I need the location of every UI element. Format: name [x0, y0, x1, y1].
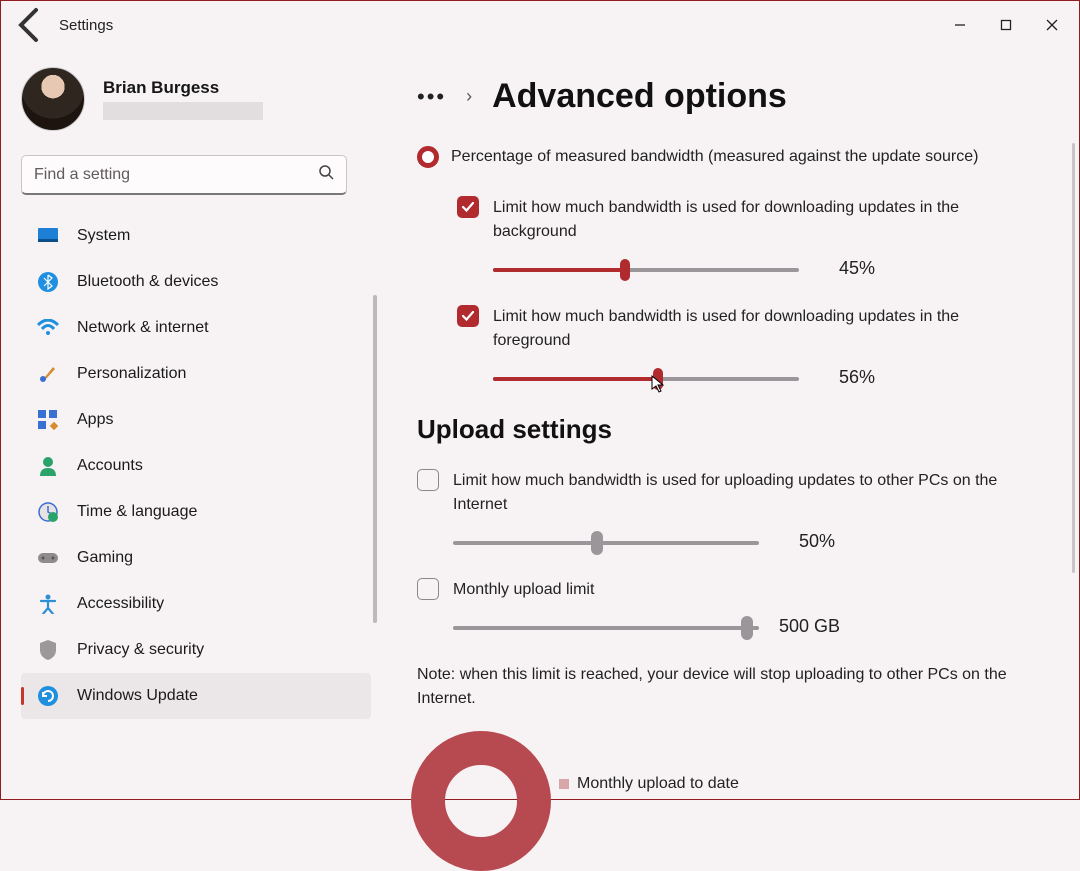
sidebar-item-label: Gaming — [77, 549, 133, 567]
slider-background-bandwidth[interactable] — [493, 259, 799, 279]
clock-globe-icon — [37, 501, 59, 523]
sidebar-item-system[interactable]: System — [21, 213, 371, 259]
close-button[interactable] — [1029, 9, 1075, 41]
sidebar-item-bluetooth[interactable]: Bluetooth & devices — [21, 259, 371, 305]
option-label: Limit how much bandwidth is used for dow… — [493, 305, 1013, 353]
upload-summary-label: Monthly upload to date — [577, 775, 739, 793]
sidebar-item-label: Network & internet — [77, 319, 209, 337]
option-label: Limit how much bandwidth is used for upl… — [453, 469, 1033, 517]
slider-foreground-bandwidth[interactable] — [493, 368, 799, 388]
sidebar-item-label: Windows Update — [77, 687, 198, 705]
search-field[interactable] — [21, 155, 347, 195]
checkbox-limit-foreground[interactable] — [457, 305, 479, 327]
wifi-icon — [37, 317, 59, 339]
minimize-button[interactable] — [937, 9, 983, 41]
search-input[interactable] — [34, 166, 318, 184]
sidebar-item-label: Privacy & security — [77, 641, 204, 659]
upload-donut-chart — [411, 731, 551, 871]
sidebar-item-gaming[interactable]: Gaming — [21, 535, 371, 581]
check-icon — [461, 200, 475, 214]
shield-icon — [37, 639, 59, 661]
sidebar-item-personalization[interactable]: Personalization — [21, 351, 371, 397]
sidebar-item-label: Personalization — [77, 365, 186, 383]
breadcrumb-more-icon[interactable]: ••• — [417, 84, 446, 110]
section-title-upload: Upload settings — [417, 414, 1059, 445]
search-icon — [318, 164, 334, 185]
sidebar-item-network[interactable]: Network & internet — [21, 305, 371, 351]
sidebar-item-privacy[interactable]: Privacy & security — [21, 627, 371, 673]
sidebar-item-label: Bluetooth & devices — [77, 273, 218, 291]
sidebar-item-label: Time & language — [77, 503, 197, 521]
slider-value: 56% — [839, 367, 875, 388]
legend-swatch — [559, 779, 569, 789]
display-icon — [37, 225, 59, 247]
sidebar-item-label: Apps — [77, 411, 113, 429]
slider-value: 45% — [839, 258, 875, 279]
page-title: Advanced options — [492, 77, 787, 116]
option-label: Monthly upload limit — [453, 578, 594, 602]
chevron-right-icon: › — [466, 86, 472, 107]
sidebar-item-time[interactable]: Time & language — [21, 489, 371, 535]
sidebar-item-label: Accessibility — [77, 595, 164, 613]
update-icon — [37, 685, 59, 707]
check-icon — [461, 309, 475, 323]
sidebar-item-label: System — [77, 227, 130, 245]
sidebar-item-windows-update[interactable]: Windows Update — [21, 673, 371, 719]
sidebar-item-label: Accounts — [77, 457, 143, 475]
app-title: Settings — [59, 17, 113, 34]
accessibility-icon — [37, 593, 59, 615]
close-icon — [1046, 19, 1058, 31]
arrow-left-icon — [11, 5, 51, 45]
apps-icon — [37, 409, 59, 431]
breadcrumb: ••• › Advanced options — [417, 77, 1059, 116]
checkbox-monthly-upload-limit[interactable] — [417, 578, 439, 600]
maximize-icon — [1000, 19, 1012, 31]
checkbox-limit-upload-bandwidth[interactable] — [417, 469, 439, 491]
paintbrush-icon — [37, 363, 59, 385]
slider-value: 500 GB — [779, 616, 840, 637]
radio-label: Percentage of measured bandwidth (measur… — [451, 148, 978, 166]
user-email-redacted — [103, 102, 263, 120]
person-icon — [37, 455, 59, 477]
maximize-button[interactable] — [983, 9, 1029, 41]
bluetooth-icon — [37, 271, 59, 293]
avatar[interactable] — [21, 67, 85, 131]
minimize-icon — [954, 19, 966, 31]
radio-percentage-bandwidth[interactable] — [417, 146, 439, 168]
option-label: Limit how much bandwidth is used for dow… — [493, 196, 1013, 244]
note-text: Note: when this limit is reached, your d… — [417, 663, 1037, 711]
slider-upload-bandwidth[interactable] — [453, 532, 759, 552]
sidebar-item-accounts[interactable]: Accounts — [21, 443, 371, 489]
user-name: Brian Burgess — [103, 78, 263, 98]
back-button[interactable] — [11, 5, 51, 45]
gamepad-icon — [37, 547, 59, 569]
slider-monthly-limit[interactable] — [453, 617, 759, 637]
slider-value: 50% — [799, 531, 835, 552]
sidebar-item-accessibility[interactable]: Accessibility — [21, 581, 371, 627]
sidebar-item-apps[interactable]: Apps — [21, 397, 371, 443]
checkbox-limit-background[interactable] — [457, 196, 479, 218]
content-scrollbar[interactable] — [1072, 143, 1075, 573]
